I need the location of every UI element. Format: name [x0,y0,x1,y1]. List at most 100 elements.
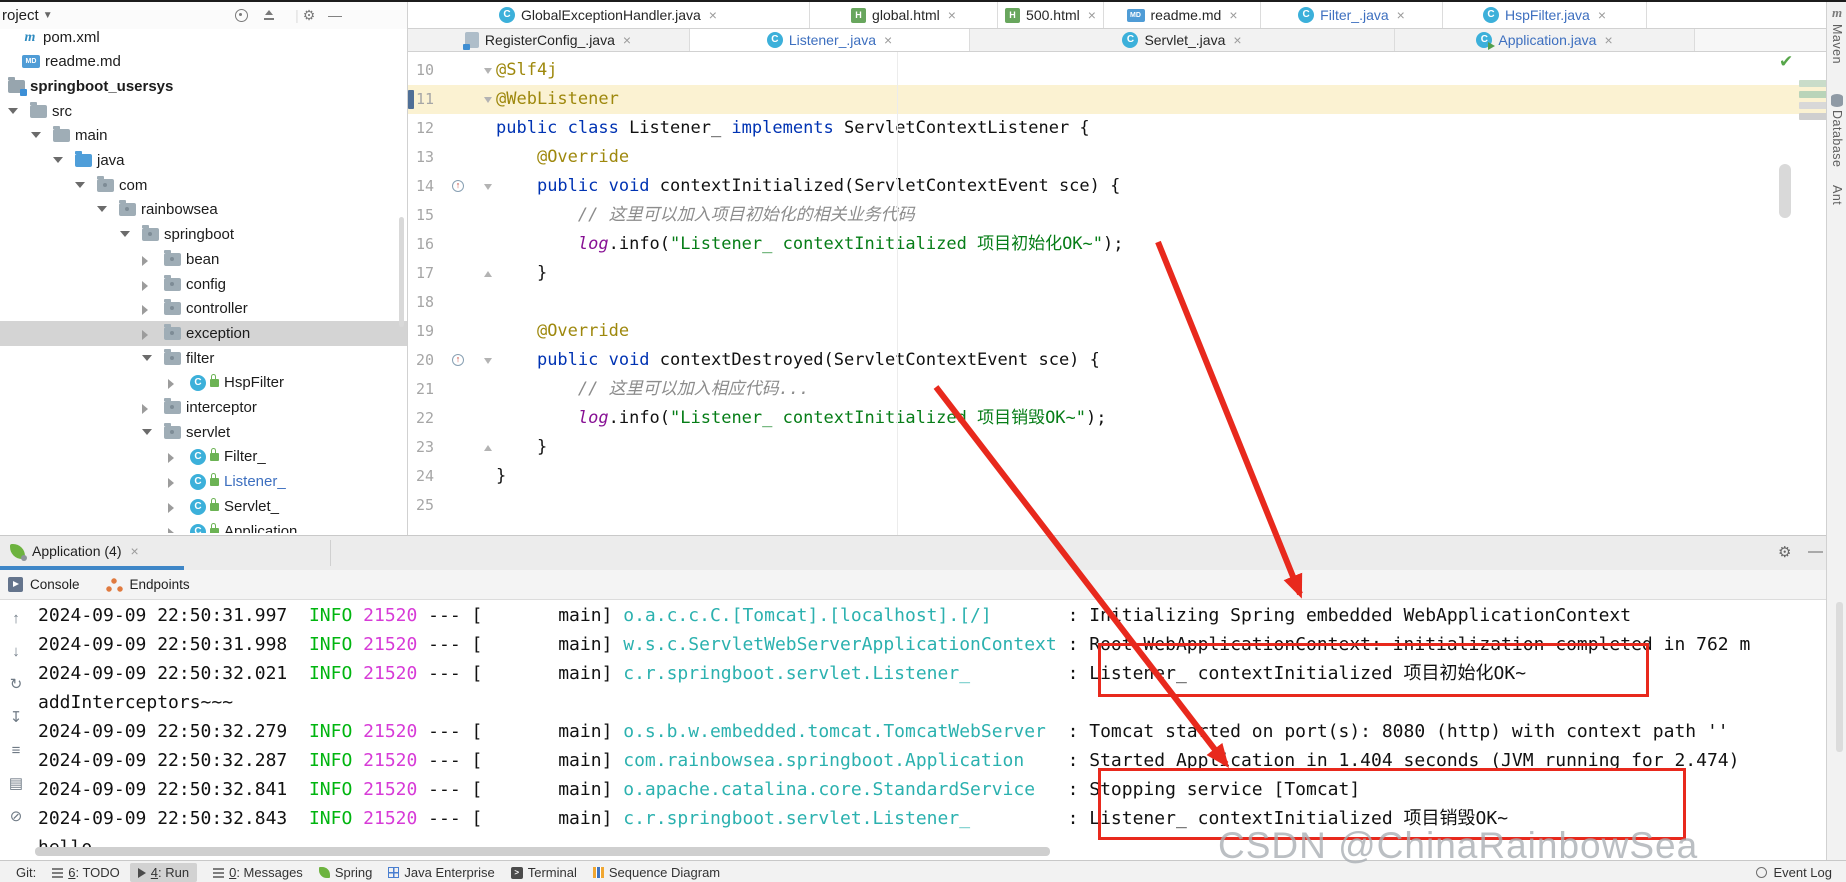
chevron-right-icon[interactable] [142,404,148,414]
tree-item-exception[interactable]: exception [0,321,407,346]
chevron-right-icon[interactable] [142,305,148,315]
tree-item-rainbowsea[interactable]: rainbowsea [0,197,407,222]
tab-readme.md[interactable]: MDreadme.md× [1104,2,1261,28]
subtab-Console[interactable]: Console [8,577,80,592]
clear-all-icon[interactable]: ⊘ [6,806,26,826]
soft-wrap-icon[interactable]: ≡ [6,740,26,760]
todo-button[interactable]: 6: TODO [52,865,120,880]
chevron-right-icon[interactable] [168,503,174,513]
tree-item-java[interactable]: java [0,148,407,173]
fold-open-icon[interactable] [484,358,492,364]
tab-GlobalExceptionHandler.java[interactable]: CGlobalExceptionHandler.java× [407,2,810,28]
tree-item-Application[interactable]: CApplication [0,519,407,533]
tool-button-database[interactable]: Database [1830,110,1844,168]
fold-close-icon[interactable] [484,271,492,277]
tab-close-icon[interactable]: × [948,7,956,23]
project-tree[interactable]: mpom.xmlMDreadme.mdspringboot_usersyssrc… [0,30,407,533]
run-button[interactable]: 4: Run [130,863,197,882]
settings-gear-icon[interactable]: ⚙ [1778,543,1791,561]
fold-open-icon[interactable] [484,97,492,103]
tab-500.html[interactable]: H500.html× [998,2,1104,28]
tree-item-springboot[interactable]: springboot [0,222,407,247]
down-stack-trace-icon[interactable]: ↓ [6,641,26,661]
tree-item-main[interactable]: main [0,123,407,148]
hide-panel-icon[interactable]: — [326,6,344,24]
tab-close-icon[interactable]: × [1604,32,1612,48]
chevron-down-icon[interactable] [53,157,63,163]
project-tool-title[interactable]: roject [2,7,39,24]
tab-close-icon[interactable]: × [709,7,717,23]
tree-item-pom.xml[interactable]: mpom.xml [0,30,407,50]
tree-item-config[interactable]: config [0,272,407,297]
tab-close-icon[interactable]: × [1598,7,1606,23]
tree-item-bean[interactable]: bean [0,247,407,272]
chevron-down-icon[interactable] [75,182,85,188]
fold-open-icon[interactable] [484,68,492,74]
chevron-down-icon[interactable] [120,231,130,237]
tree-item-springboot_usersys[interactable]: springboot_usersys [0,74,407,99]
tree-item-controller[interactable]: controller [0,296,407,321]
console-body[interactable]: ↑↓↻↧≡▤⊘ 2024-09-09 22:50:31.997 INFO 215… [0,600,1826,861]
collapse-all-icon[interactable] [260,6,278,24]
tab-Filter_.java[interactable]: CFilter_.java× [1261,2,1443,28]
chevron-down-icon[interactable] [31,132,41,138]
chevron-down-icon[interactable] [97,206,107,212]
code-editor[interactable]: 10@Slf4j11@WebListener12public class Lis… [408,52,1826,535]
status-git[interactable]: Git: [16,865,36,880]
locate-icon[interactable] [232,6,250,24]
messages-button[interactable]: 0: Messages [213,865,303,880]
override-method-icon[interactable]: ↑ [452,354,464,366]
override-method-icon[interactable]: ↑ [452,180,464,192]
console-hscrollbar[interactable] [35,847,1050,856]
tree-item-Servlet_[interactable]: CServlet_ [0,494,407,519]
chevron-right-icon[interactable] [142,256,148,266]
chevron-right-icon[interactable] [168,478,174,488]
chevron-right-icon[interactable] [168,379,174,389]
chevron-down-icon[interactable] [142,355,152,361]
tool-button-maven[interactable]: Maven [1830,24,1844,64]
tab-Servlet_.java[interactable]: CServlet_.java× [970,29,1395,51]
event-log-button[interactable]: Event Log [1756,865,1832,880]
print-icon[interactable]: ▤ [6,773,26,793]
fold-close-icon[interactable] [484,445,492,451]
scroll-to-end-icon[interactable]: ↧ [6,707,26,727]
sequence-diagram-button[interactable]: Sequence Diagram [593,865,720,880]
chevron-right-icon[interactable] [142,281,148,291]
tree-item-servlet[interactable]: servlet [0,420,407,445]
tab-close-icon[interactable]: × [1397,7,1405,23]
restart-icon[interactable]: ↻ [6,674,26,694]
tab-HspFilter.java[interactable]: CHspFilter.java× [1443,2,1647,28]
inspections-ok-icon[interactable]: ✔ [1779,52,1793,72]
fold-open-icon[interactable] [484,184,492,190]
tree-scrollbar[interactable] [399,217,404,327]
run-tab-application[interactable]: Application (4) × [10,536,139,566]
up-stack-trace-icon[interactable]: ↑ [6,608,26,628]
tree-item-Listener_[interactable]: CListener_ [0,469,407,494]
hide-panel-icon[interactable]: — [1808,543,1823,560]
database-icon[interactable] [1831,94,1843,107]
chevron-right-icon[interactable] [142,330,148,340]
maven-icon[interactable]: m [1829,6,1845,20]
tab-close-icon[interactable]: × [1233,32,1241,48]
tree-item-filter[interactable]: filter [0,346,407,371]
console-vscrollbar[interactable] [1836,602,1843,752]
tab-RegisterConfig_.java[interactable]: RegisterConfig_.java× [407,29,690,51]
tree-item-HspFilter[interactable]: CHspFilter [0,370,407,395]
subtab-Endpoints[interactable]: Endpoints [106,577,190,592]
tab-global.html[interactable]: Hglobal.html× [810,2,998,28]
tree-item-readme.md[interactable]: MDreadme.md [0,49,407,74]
chevron-right-icon[interactable] [168,528,174,533]
tree-item-interceptor[interactable]: interceptor [0,395,407,420]
tab-close-icon[interactable]: × [884,32,892,48]
tab-close-icon[interactable]: × [131,543,139,559]
tab-close-icon[interactable]: × [623,32,631,48]
chevron-down-icon[interactable] [142,429,152,435]
tree-item-Filter_[interactable]: CFilter_ [0,444,407,469]
chevron-right-icon[interactable] [168,453,174,463]
tab-Listener_.java[interactable]: CListener_.java× [690,29,970,51]
java-enterprise-button[interactable]: Java Enterprise [388,865,494,880]
spring-button[interactable]: Spring [319,865,373,880]
tab-close-icon[interactable]: × [1088,7,1096,23]
terminal-button[interactable]: >Terminal [511,865,577,880]
settings-gear-icon[interactable]: ⚙ [300,6,318,24]
